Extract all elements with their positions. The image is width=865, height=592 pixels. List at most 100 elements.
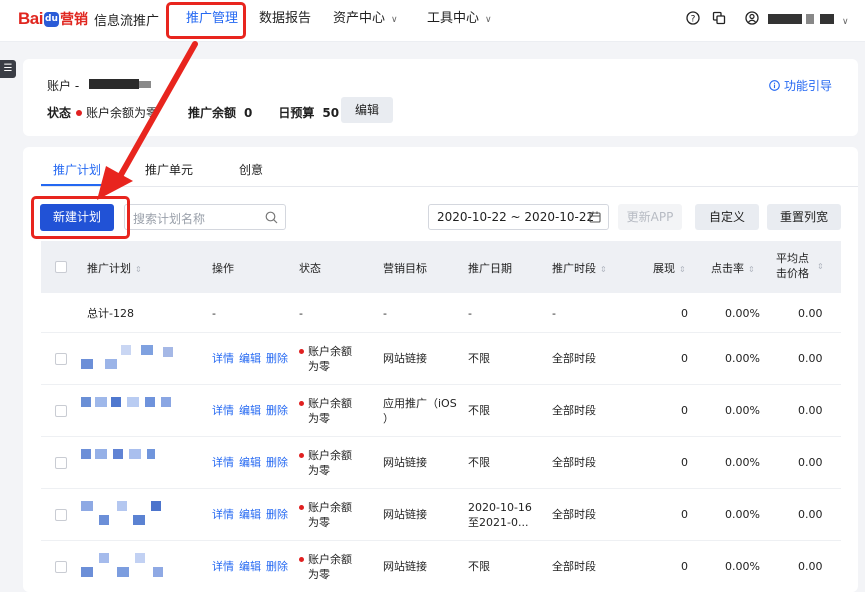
plan-name-redacted[interactable] — [81, 397, 181, 425]
status-label: 状态 — [47, 106, 72, 120]
baidu-marketing-logo[interactable]: Bai du 营销 信息流推广 — [18, 8, 159, 30]
question-icon[interactable]: ? — [686, 11, 700, 29]
detail-link[interactable]: 详情 — [212, 404, 234, 417]
row-views: 0 — [681, 404, 688, 417]
top-navigation-bar: Bai du 营销 信息流推广 推广管理 数据报告 资产中心 ∨ 工具中心 ∨ ? ∨ — [0, 0, 865, 42]
row-checkbox[interactable] — [55, 405, 67, 417]
row-views: 0 — [681, 352, 688, 365]
account-name-redacted — [139, 81, 151, 88]
highlight-box — [166, 2, 246, 39]
account-label: 账户 - — [47, 79, 80, 93]
row-checkbox[interactable] — [55, 561, 67, 573]
row-actions: 详情 编辑 删除 — [212, 455, 293, 470]
row-cpc: 0.00 — [798, 456, 823, 469]
row-date: 不限 — [468, 404, 490, 417]
row-status: 账户余额 为零 — [299, 396, 352, 426]
budget-value: 50 — [322, 105, 340, 120]
status-dot — [299, 557, 304, 562]
row-checkbox[interactable] — [55, 509, 67, 521]
copy-icon[interactable] — [712, 11, 726, 29]
select-all-checkbox[interactable] — [55, 261, 67, 273]
product-name: 信息流推广 — [93, 13, 159, 29]
plan-name-redacted[interactable] — [81, 553, 181, 581]
plan-name-redacted[interactable] — [81, 449, 181, 477]
edit-link[interactable]: 编辑 — [239, 352, 261, 365]
row-cpc: 0.00 — [798, 508, 823, 521]
delete-link[interactable]: 删除 — [266, 352, 288, 365]
row-time: 全部时段 — [552, 352, 596, 365]
row-status: 账户余额 为零 — [299, 500, 352, 530]
table-row: 详情 编辑 删除 账户余额 为零 网站链接 2020-10-16 至2021-0... 全部时段… — [41, 489, 841, 541]
row-actions: 详情 编辑 删除 — [212, 507, 293, 522]
sort-icon[interactable]: ⇕ — [813, 259, 824, 272]
column-header-goal: 营销目标 — [383, 262, 427, 275]
row-date: 不限 — [468, 352, 490, 365]
table-row: 详情 编辑 删除 账户余额 为零 网站链接 不限 全部时段 0 0.00% 0.00 — [41, 541, 841, 592]
username-redacted[interactable] — [768, 14, 802, 24]
detail-link[interactable]: 详情 — [212, 456, 234, 469]
edit-link[interactable]: 编辑 — [239, 508, 261, 521]
customize-columns-button[interactable]: 自定义 — [695, 204, 759, 230]
chevron-down-icon[interactable]: ∨ — [836, 2, 849, 44]
row-date: 不限 — [468, 456, 490, 469]
row-views: 0 — [681, 560, 688, 573]
row-views: 0 — [681, 508, 688, 521]
total-status: - — [299, 307, 303, 320]
edit-link[interactable]: 编辑 — [239, 456, 261, 469]
detail-link[interactable]: 详情 — [212, 508, 234, 521]
delete-link[interactable]: 删除 — [266, 404, 288, 417]
column-header-time[interactable]: 推广时段 ⇕ — [552, 260, 607, 276]
campaign-list-card: 推广计划 推广单元 创意 新建计划 搜索计划名称 2020-10-22 ~ 20… — [23, 147, 858, 592]
column-header-date: 推广日期 — [468, 262, 512, 275]
tab-ad-groups[interactable]: 推广单元 — [145, 161, 193, 178]
user-icon[interactable] — [745, 11, 759, 29]
column-header-ctr[interactable]: 点击率 ⇕ — [711, 260, 755, 276]
menu-icon[interactable]: ☰ — [0, 60, 16, 78]
sort-icon: ⇕ — [600, 265, 607, 274]
nav-data-reports[interactable]: 数据报告 — [259, 0, 311, 42]
detail-link[interactable]: 详情 — [212, 560, 234, 573]
row-cpc: 0.00 — [798, 404, 823, 417]
row-time: 全部时段 — [552, 456, 596, 469]
column-header-views[interactable]: 展现 ⇕ — [653, 260, 686, 276]
row-goal: 网站链接 — [383, 456, 427, 469]
reset-column-width-button[interactable]: 重置列宽 — [767, 204, 841, 230]
feature-guide-link[interactable]: 功能引导 — [769, 77, 832, 94]
date-range-value: 2020-10-22 ~ 2020-10-22 — [437, 210, 595, 224]
total-ops: - — [212, 307, 216, 320]
row-views: 0 — [681, 456, 688, 469]
row-cpc: 0.00 — [798, 560, 823, 573]
row-date: 2020-10-16 至2021-0... — [468, 501, 532, 529]
chevron-down-icon: ∨ — [485, 15, 492, 25]
nav-tool-center[interactable]: 工具中心 ∨ — [427, 0, 492, 42]
update-app-button[interactable]: 更新APP — [618, 204, 682, 230]
column-header-status: 状态 — [299, 262, 321, 275]
row-goal: 网站链接 — [383, 560, 427, 573]
delete-link[interactable]: 删除 — [266, 560, 288, 573]
date-range-picker[interactable]: 2020-10-22 ~ 2020-10-22 — [428, 204, 609, 230]
delete-link[interactable]: 删除 — [266, 508, 288, 521]
row-checkbox[interactable] — [55, 353, 67, 365]
total-date: - — [468, 307, 472, 320]
edit-link[interactable]: 编辑 — [239, 560, 261, 573]
search-placeholder: 搜索计划名称 — [133, 212, 206, 226]
edit-link[interactable]: 编辑 — [239, 404, 261, 417]
tab-creatives[interactable]: 创意 — [239, 161, 263, 178]
delete-link[interactable]: 删除 — [266, 456, 288, 469]
search-input[interactable]: 搜索计划名称 — [124, 204, 286, 230]
nav-asset-center[interactable]: 资产中心 ∨ — [333, 0, 398, 42]
plan-name-redacted[interactable] — [81, 345, 181, 373]
logo-text: Bai — [18, 9, 43, 28]
row-checkbox[interactable] — [55, 457, 67, 469]
plan-name-redacted[interactable] — [81, 501, 181, 529]
column-header-cpc[interactable]: 平均点 击价格 — [776, 251, 809, 281]
status-dot — [76, 109, 83, 116]
username-redacted — [806, 14, 814, 24]
column-header-plan[interactable]: 推广计划 ⇕ — [87, 260, 142, 276]
edit-budget-button[interactable]: 编辑 — [341, 97, 393, 123]
row-time: 全部时段 — [552, 560, 596, 573]
detail-link[interactable]: 详情 — [212, 352, 234, 365]
logo-brand: 营销 — [59, 12, 88, 28]
row-goal: 网站链接 — [383, 352, 427, 365]
tab-campaigns[interactable]: 推广计划 — [53, 161, 101, 178]
